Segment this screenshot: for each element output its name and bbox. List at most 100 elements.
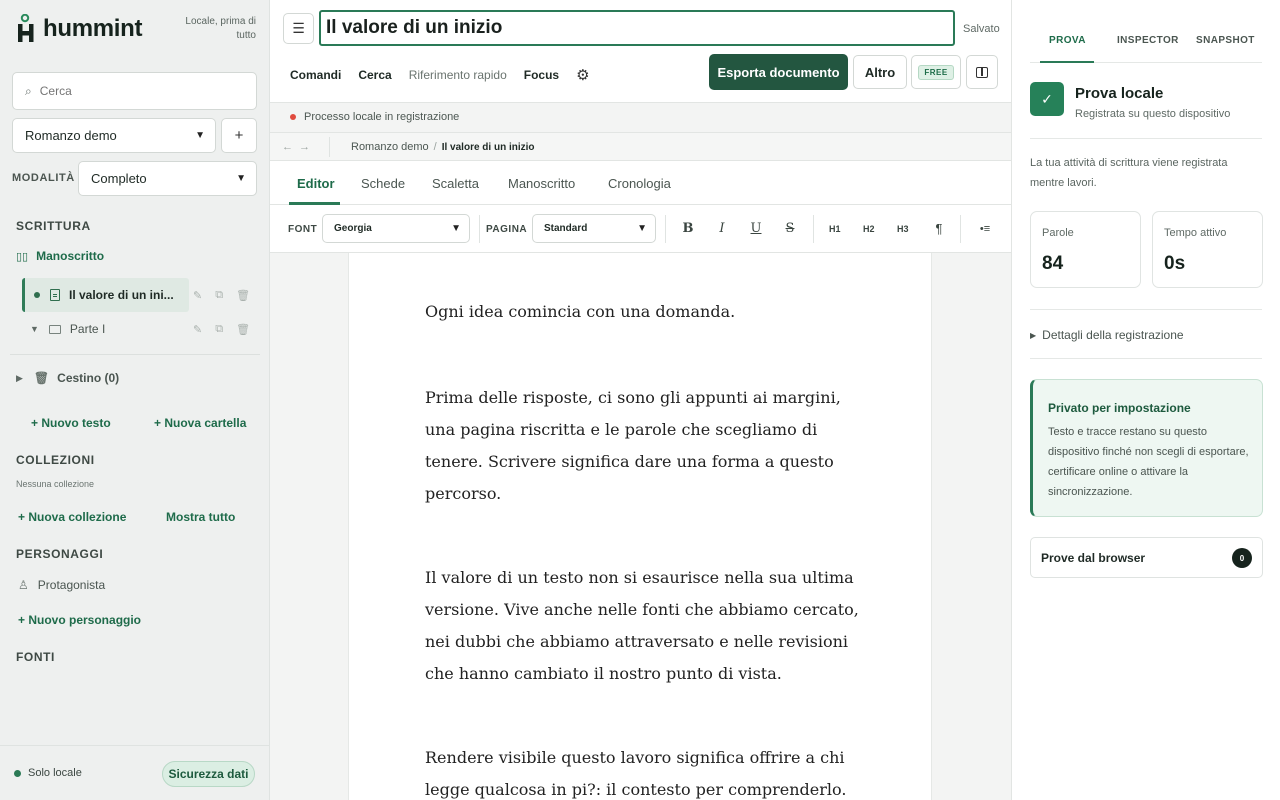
strikethrough-button[interactable]: S — [782, 221, 798, 236]
menu-item-quick-reference[interactable]: Riferimento rapido — [409, 68, 507, 82]
breadcrumb-root[interactable]: Romanzo demo — [351, 141, 429, 153]
project-select-value: Romanzo demo — [25, 128, 117, 143]
divider — [813, 215, 814, 243]
tab-manuscript[interactable]: Manoscritto — [508, 176, 575, 191]
paragraph[interactable]: Il valore di un testo non si esaurisce n… — [425, 562, 865, 690]
copy-icon[interactable]: ⧉ — [215, 289, 223, 302]
words-label: Parole — [1042, 227, 1074, 239]
paragraph[interactable]: Rendere visibile questo lavoro significa… — [425, 742, 865, 800]
sidebar-item-active-document[interactable]: Il valore di un ini... — [22, 278, 189, 312]
editor-area: ☰ Il valore di un inizio Salvato Comandi… — [270, 0, 1011, 800]
bullet-list-button[interactable]: •≡ — [974, 223, 996, 235]
project-select[interactable]: Romanzo demo ▼ — [12, 118, 216, 153]
menu-item-focus[interactable]: Focus — [524, 68, 559, 82]
font-select[interactable]: Georgia ▼ — [322, 214, 470, 243]
document-title-field[interactable]: Il valore di un inizio — [319, 10, 955, 46]
hamburger-icon: ☰ — [292, 20, 305, 36]
sidebar: hummint Locale, prima di tutto ⌕ Romanzo… — [0, 0, 270, 800]
tab-history[interactable]: Cronologia — [608, 176, 671, 191]
proof-title: Prova locale — [1075, 85, 1164, 102]
recording-details-label: Dettagli della registrazione — [1042, 328, 1184, 342]
words-value: 84 — [1042, 253, 1064, 274]
breadcrumb: Romanzo demo / Il valore di un inizio — [351, 141, 535, 153]
active-dot — [34, 292, 40, 298]
browser-proofs-label: Prove dal browser — [1041, 551, 1146, 565]
back-arrow-icon[interactable]: ← — [282, 141, 299, 153]
paragraph[interactable]: Ogni idea comincia con una domanda. — [425, 296, 865, 328]
checkmark-icon: ✓ — [1030, 82, 1064, 116]
caret-right-icon: ▶ — [1030, 330, 1037, 340]
collections-empty-text: Nessuna collezione — [16, 479, 95, 489]
status-dot — [14, 770, 21, 777]
tab-snapshot[interactable]: SNAPSHOT — [1196, 35, 1255, 46]
logo-text: hummint — [43, 15, 143, 42]
free-plan-button[interactable]: FREE — [911, 55, 961, 89]
heading1-button[interactable]: H1 — [829, 224, 841, 234]
forward-arrow-icon[interactable]: → — [299, 141, 316, 153]
proof-subtitle: Registrata su questo dispositivo — [1075, 108, 1231, 120]
divider — [1030, 358, 1262, 359]
divider — [479, 215, 480, 243]
menu-button[interactable]: ☰ — [283, 13, 314, 44]
menu-item-commands[interactable]: Comandi — [290, 68, 341, 82]
underline-button[interactable]: U — [748, 221, 764, 236]
new-folder-button[interactable]: + Nuova cartella — [154, 416, 246, 430]
sidebar-item-trash[interactable]: ▶ 🗑︎ Cestino (0) — [16, 371, 119, 385]
export-document-button[interactable]: Esporta documento — [709, 54, 848, 90]
tab-proof[interactable]: PROVA — [1049, 35, 1086, 46]
tab-cards[interactable]: Schede — [361, 176, 405, 191]
document-page[interactable]: Ogni idea comincia con una domanda. Prim… — [348, 253, 932, 800]
bold-button[interactable]: B — [680, 221, 696, 236]
sources-section-title: FONTI — [16, 650, 55, 664]
caret-right-icon[interactable]: ▶ — [16, 373, 23, 384]
sidebar-footer: Solo locale Sicurezza dati — [0, 745, 269, 800]
app-window: hummint Locale, prima di tutto ⌕ Romanzo… — [0, 0, 1280, 800]
command-menu: Comandi Cerca Riferimento rapido Focus ⚙ — [290, 66, 607, 84]
paragraph[interactable]: Prima delle risposte, ci sono gli appunt… — [425, 382, 865, 510]
add-project-button[interactable]: + — [221, 118, 257, 153]
toggle-panel-button[interactable] — [966, 55, 998, 89]
recording-details-toggle[interactable]: ▶ Dettagli della registrazione — [1030, 328, 1184, 342]
edit-icon[interactable]: ✎ — [193, 289, 202, 302]
active-time-stat-card: Tempo attivo 0s — [1152, 211, 1263, 288]
sidebar-item-manuscript[interactable]: ▯▯ Manoscritto — [16, 249, 104, 263]
local-status-text: Solo locale — [28, 767, 82, 779]
edit-icon[interactable]: ✎ — [193, 323, 202, 336]
gear-icon[interactable]: ⚙ — [576, 66, 589, 84]
logo[interactable]: hummint — [16, 13, 143, 44]
tab-inspector[interactable]: INSPECTOR — [1117, 35, 1179, 46]
paragraph-button[interactable]: ¶ — [931, 221, 947, 236]
delete-icon[interactable]: 🗑︎ — [236, 323, 250, 336]
more-button[interactable]: Altro — [853, 55, 907, 89]
tab-editor[interactable]: Editor — [297, 176, 335, 191]
nav-arrows: ←→ — [282, 141, 316, 153]
heading3-button[interactable]: H3 — [897, 224, 909, 234]
new-text-button[interactable]: + Nuovo testo — [31, 416, 111, 430]
show-all-button[interactable]: Mostra tutto — [166, 510, 235, 524]
mode-select[interactable]: Completo ▼ — [78, 161, 257, 196]
search-box[interactable]: ⌕ — [12, 72, 257, 110]
words-stat-card: Parole 84 — [1030, 211, 1141, 288]
sidebar-item-protagonist[interactable]: ♙ Protagonista — [18, 578, 105, 592]
tab-outline[interactable]: Scaletta — [432, 176, 479, 191]
collections-section-title: COLLEZIONI — [16, 453, 95, 467]
recording-status-text: Processo locale in registrazione — [304, 111, 460, 123]
delete-icon[interactable]: 🗑︎ — [236, 289, 250, 302]
copy-icon[interactable]: ⧉ — [215, 323, 223, 336]
divider — [10, 354, 260, 355]
heading2-button[interactable]: H2 — [863, 224, 875, 234]
editor-tabs: Editor Schede Scaletta Manoscritto Crono… — [270, 161, 1011, 205]
browser-proofs-item[interactable]: Prove dal browser 0 — [1030, 537, 1263, 578]
new-character-button[interactable]: + Nuovo personaggio — [18, 613, 141, 627]
italic-button[interactable]: I — [714, 221, 730, 236]
active-document-label: Il valore di un ini... — [69, 288, 174, 302]
data-security-button[interactable]: Sicurezza dati — [162, 761, 255, 787]
search-icon: ⌕ — [25, 83, 32, 98]
menu-item-search[interactable]: Cerca — [358, 68, 391, 82]
mode-label: MODALITÀ — [12, 172, 75, 184]
caret-down-icon[interactable]: ▼ — [30, 324, 39, 334]
new-collection-button[interactable]: + Nuova collezione — [18, 510, 126, 524]
search-input[interactable] — [39, 84, 230, 98]
sidebar-item-part[interactable]: ▼ Parte I — [30, 322, 105, 336]
page-select[interactable]: Standard ▼ — [532, 214, 656, 243]
